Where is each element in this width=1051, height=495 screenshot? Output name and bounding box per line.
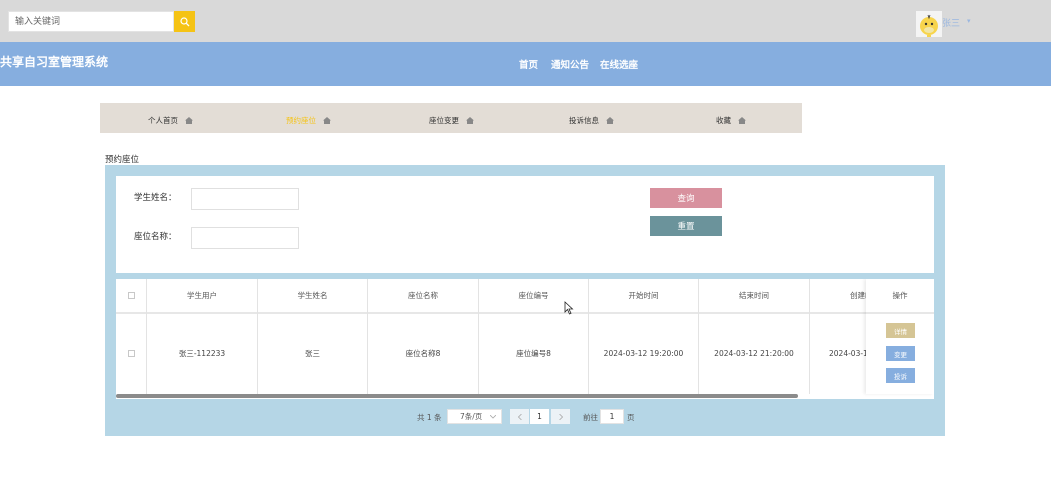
column-header-student-name[interactable]: 学生姓名	[258, 279, 367, 312]
page-size-value: 7条/页	[460, 412, 483, 421]
detail-button[interactable]: 详情	[886, 323, 915, 338]
subnav-item-label: 座位变更	[429, 116, 459, 125]
select-all-cell	[116, 279, 146, 312]
cell-seat-name: 座位名称8	[405, 348, 441, 358]
nav-link-home[interactable]: 首页	[519, 57, 538, 71]
subnav-item-personal-home[interactable]: 个人首页	[148, 115, 193, 126]
select-all-checkbox[interactable]	[127, 292, 135, 299]
change-button[interactable]: 变更	[886, 346, 915, 361]
top-bar: 张三 ▾	[0, 0, 1051, 42]
main-navbar: 共享自习室管理系统 首页 通知公告 在线选座	[0, 42, 1051, 86]
site-title: 共享自习室管理系统	[0, 55, 109, 69]
next-page-button[interactable]	[551, 409, 570, 424]
cell-seat-number: 座位编号8	[516, 348, 551, 358]
cell-end-time: 2024-03-12 21:20:00	[714, 348, 794, 358]
row-checkbox[interactable]	[127, 349, 135, 357]
cell-student-name: 张三	[305, 348, 320, 358]
subnav-item-label: 个人首页	[148, 116, 178, 125]
cell-student-user: 张三-112233	[178, 348, 226, 358]
chevron-down-icon	[490, 415, 496, 419]
subnav-item-reserve-seat[interactable]: 预约座位	[286, 115, 331, 126]
query-button[interactable]: 查询	[650, 188, 722, 208]
column-header-seat-name[interactable]: 座位名称	[368, 279, 478, 312]
seat-name-label: 座位名称：	[134, 232, 177, 242]
home-icon	[606, 117, 614, 124]
chevron-right-icon	[558, 413, 563, 420]
row-select-cell	[116, 313, 146, 393]
goto-label: 前往	[583, 413, 598, 422]
home-icon	[185, 117, 193, 124]
subnav-item-favorites[interactable]: 收藏	[716, 115, 746, 126]
chevron-left-icon	[517, 413, 522, 420]
filter-form: 学生姓名： 座位名称：	[116, 176, 934, 273]
page-number-button[interactable]: 1	[530, 409, 549, 424]
header-divider	[866, 312, 934, 314]
mouse-cursor-icon	[564, 301, 574, 315]
student-name-label: 学生姓名：	[134, 193, 177, 203]
home-icon	[323, 117, 331, 124]
page-size-select[interactable]: 7条/页	[447, 409, 502, 424]
subnav-item-seat-change[interactable]: 座位变更	[429, 115, 474, 126]
page-title: 预约座位	[105, 155, 140, 165]
avatar[interactable]	[916, 11, 942, 37]
home-icon	[466, 117, 474, 124]
search-icon	[179, 16, 189, 26]
duck-avatar-icon	[916, 11, 942, 37]
goto-page-input[interactable]: 1	[600, 409, 624, 424]
column-header-student-user[interactable]: 学生用户	[147, 279, 257, 312]
column-header-end-time[interactable]: 结束时间	[699, 279, 809, 312]
subnav-item-label: 投诉信息	[569, 116, 599, 125]
search-button[interactable]	[174, 11, 195, 32]
complain-button[interactable]: 投诉	[886, 368, 915, 383]
page-suffix: 页	[627, 413, 635, 422]
subnav-item-label: 预约座位	[286, 116, 316, 125]
actions-column: 操作 详情 变更 投诉	[866, 279, 934, 394]
cell-start-time: 2024-03-12 19:20:00	[603, 348, 684, 358]
reset-button[interactable]: 重置	[650, 216, 722, 236]
seat-name-input[interactable]	[191, 227, 299, 249]
table-horizontal-scrollbar[interactable]	[116, 394, 798, 398]
subnav-item-label: 收藏	[716, 116, 731, 125]
pagination-total: 共 1 条	[417, 413, 442, 422]
reservation-table: 学生用户 学生姓名 座位名称 座位编号 开始时间 结束时间 创建时间 张三-11…	[116, 279, 934, 399]
home-icon	[738, 117, 746, 124]
nav-link-seat-selection[interactable]: 在线选座	[600, 57, 638, 71]
student-name-input[interactable]	[191, 188, 299, 210]
search-input[interactable]	[8, 11, 174, 32]
prev-page-button[interactable]	[510, 409, 529, 424]
column-header-actions: 操作	[892, 291, 908, 300]
subnav-item-complaints[interactable]: 投诉信息	[569, 115, 614, 126]
column-header-start-time[interactable]: 开始时间	[589, 279, 698, 312]
chevron-down-icon[interactable]: ▾	[967, 17, 971, 25]
nav-link-notices[interactable]: 通知公告	[551, 57, 589, 71]
user-subnav: 个人首页 预约座位 座位变更 投诉信息 收藏	[100, 103, 802, 133]
user-name[interactable]: 张三	[942, 16, 960, 29]
